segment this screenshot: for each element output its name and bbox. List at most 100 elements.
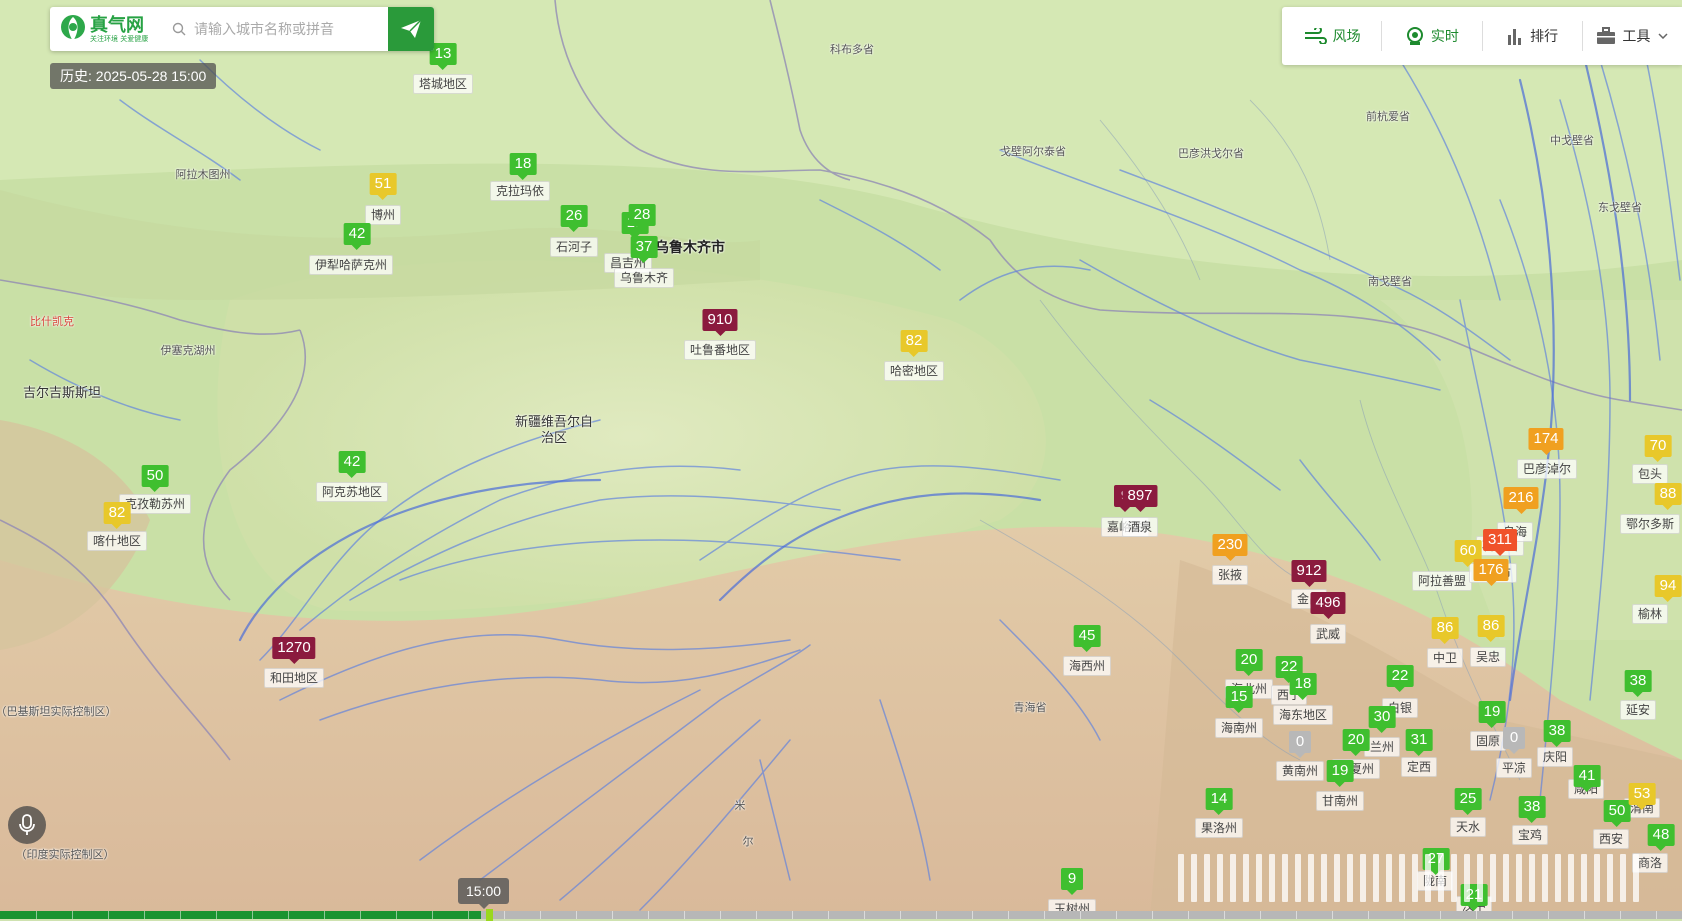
aqi-badge[interactable]: 50 bbox=[141, 465, 169, 492]
aqi-badge[interactable]: 0 bbox=[1289, 731, 1311, 758]
search-icon bbox=[172, 22, 186, 36]
aqi-badge[interactable]: 910 bbox=[702, 309, 738, 336]
aqi-badge[interactable]: 22 bbox=[1386, 665, 1414, 692]
aqi-badge[interactable]: 51 bbox=[369, 173, 397, 200]
aqi-badge[interactable]: 82 bbox=[900, 330, 928, 357]
station-name-label: 果洛州 bbox=[1194, 818, 1244, 838]
station-name-label: 天水 bbox=[1449, 817, 1487, 837]
timeline-bar[interactable] bbox=[0, 909, 1682, 921]
aqi-badge[interactable]: 28 bbox=[628, 204, 656, 231]
region-label: 东戈壁省 bbox=[1598, 201, 1642, 214]
send-icon bbox=[400, 19, 422, 39]
logo-slogan: 关注环境 关爱健康 bbox=[90, 34, 149, 43]
aqi-badge[interactable]: 45 bbox=[1073, 625, 1101, 652]
aqi-badge[interactable]: 50 bbox=[1603, 800, 1631, 827]
station-name-label: 黄南州 bbox=[1275, 761, 1325, 781]
region-label: 前杭爱省 bbox=[1366, 110, 1410, 123]
region-label: 吉尔吉斯斯坦 bbox=[22, 386, 101, 401]
aqi-badge[interactable]: 37 bbox=[630, 236, 658, 263]
station-name-label: 甘南州 bbox=[1315, 791, 1365, 811]
aqi-badge[interactable]: 42 bbox=[343, 223, 371, 250]
station-name-label: 海南州 bbox=[1214, 718, 1264, 738]
watermark-overlay bbox=[1178, 850, 1668, 906]
aqi-badge[interactable]: 86 bbox=[1431, 617, 1459, 644]
voice-button[interactable] bbox=[8, 806, 46, 844]
aqi-badge[interactable]: 25 bbox=[1454, 788, 1482, 815]
station-name-label: 榆林 bbox=[1631, 604, 1669, 624]
aqi-badge[interactable]: 53 bbox=[1628, 783, 1656, 810]
aqi-badge[interactable]: 19 bbox=[1326, 760, 1354, 787]
aqi-badge[interactable]: 70 bbox=[1644, 435, 1672, 462]
station-name-label: 鄂尔多斯 bbox=[1619, 514, 1681, 534]
tool-tools-label: 工具 bbox=[1622, 28, 1651, 44]
chevron-down-icon bbox=[1658, 33, 1668, 39]
toolbar: 风场 实时 排行 工具 bbox=[1282, 7, 1682, 65]
station-name-label: 张掖 bbox=[1211, 565, 1249, 585]
tool-tools[interactable]: 工具 bbox=[1583, 21, 1682, 51]
aqi-badge[interactable]: 912 bbox=[1291, 560, 1327, 587]
station-name-label: 定西 bbox=[1400, 757, 1438, 777]
search-input[interactable] bbox=[192, 10, 388, 48]
aqi-badge[interactable]: 18 bbox=[509, 153, 537, 180]
aqi-badge[interactable]: 94 bbox=[1654, 575, 1682, 602]
aqi-badge[interactable]: 86 bbox=[1477, 615, 1505, 642]
aqi-badge[interactable]: 9 bbox=[1061, 868, 1083, 895]
station-name-label: 阿克苏地区 bbox=[315, 482, 389, 502]
map-canvas[interactable] bbox=[0, 0, 1682, 919]
aqi-badge[interactable]: 230 bbox=[1212, 534, 1248, 561]
aqi-badge[interactable]: 15 bbox=[1225, 686, 1253, 713]
monitor-icon bbox=[1405, 26, 1425, 46]
station-name-label: 和田地区 bbox=[263, 668, 325, 688]
station-name-label: 克拉玛依 bbox=[489, 181, 551, 201]
station-name-label: 平凉 bbox=[1495, 758, 1533, 778]
aqi-badge[interactable]: 174 bbox=[1528, 428, 1564, 455]
aqi-badge[interactable]: 496 bbox=[1310, 592, 1346, 619]
station-name-label: 吐鲁番地区 bbox=[683, 340, 757, 360]
tool-wind-field[interactable]: 风场 bbox=[1282, 21, 1383, 51]
aqi-badge[interactable]: 31 bbox=[1405, 729, 1433, 756]
region-label: 尔 bbox=[742, 835, 754, 848]
station-name-label: 西安 bbox=[1592, 829, 1630, 849]
aqi-badge[interactable]: 38 bbox=[1518, 796, 1546, 823]
region-label: 中戈壁省 bbox=[1550, 134, 1594, 147]
wind-icon bbox=[1303, 28, 1327, 44]
aqi-badge[interactable]: 82 bbox=[103, 502, 131, 529]
aqi-badge[interactable]: 176 bbox=[1473, 559, 1509, 586]
tool-realtime[interactable]: 实时 bbox=[1382, 21, 1483, 51]
aqi-badge[interactable]: 88 bbox=[1654, 483, 1682, 510]
region-label: 比什凯克 bbox=[30, 315, 74, 328]
aqi-badge[interactable]: 14 bbox=[1205, 788, 1233, 815]
aqi-badge[interactable]: 20 bbox=[1342, 729, 1370, 756]
aqi-badge[interactable]: 19 bbox=[1478, 701, 1506, 728]
aqi-badge[interactable]: 42 bbox=[338, 451, 366, 478]
aqi-badge[interactable]: 38 bbox=[1624, 670, 1652, 697]
aqi-badge[interactable]: 897 bbox=[1122, 485, 1158, 512]
region-label: 米 bbox=[734, 799, 746, 812]
tool-ranking[interactable]: 排行 bbox=[1483, 21, 1583, 51]
aqi-badge[interactable]: 1270 bbox=[272, 637, 316, 664]
aqi-badge[interactable]: 38 bbox=[1543, 720, 1571, 747]
aqi-badge[interactable]: 18 bbox=[1289, 673, 1317, 700]
aqi-badge[interactable]: 26 bbox=[560, 205, 588, 232]
logo-title: 真气网 bbox=[90, 14, 144, 35]
aqi-badge[interactable]: 30 bbox=[1368, 706, 1396, 733]
station-name-label: 包头 bbox=[1631, 464, 1669, 484]
aqi-badge[interactable]: 311 bbox=[1483, 529, 1517, 556]
station-name-label: 阿拉善盟 bbox=[1411, 571, 1473, 591]
tool-wind-field-label: 风场 bbox=[1332, 28, 1361, 44]
station-name-label: 巴彦淖尔 bbox=[1516, 459, 1578, 479]
aqi-badge[interactable]: 41 bbox=[1573, 765, 1601, 792]
search-panel: 真气网 关注环境 关爱健康 bbox=[50, 7, 434, 51]
timeline-handle[interactable] bbox=[486, 909, 493, 921]
station-name-label: 乌鲁木齐 bbox=[613, 268, 675, 288]
logo-icon bbox=[60, 14, 86, 44]
aqi-badge[interactable]: 0 bbox=[1503, 727, 1525, 754]
station-name-label: 塔城地区 bbox=[412, 74, 474, 94]
aqi-badge[interactable]: 48 bbox=[1647, 824, 1675, 851]
aqi-badge[interactable]: 216 bbox=[1503, 487, 1539, 514]
logo[interactable]: 真气网 关注环境 关爱健康 bbox=[50, 14, 170, 44]
station-name-label: 喀什地区 bbox=[86, 531, 148, 551]
aqi-badge[interactable]: 20 bbox=[1235, 649, 1263, 676]
station-name-label: 博州 bbox=[364, 205, 402, 225]
search-button[interactable] bbox=[388, 7, 434, 51]
